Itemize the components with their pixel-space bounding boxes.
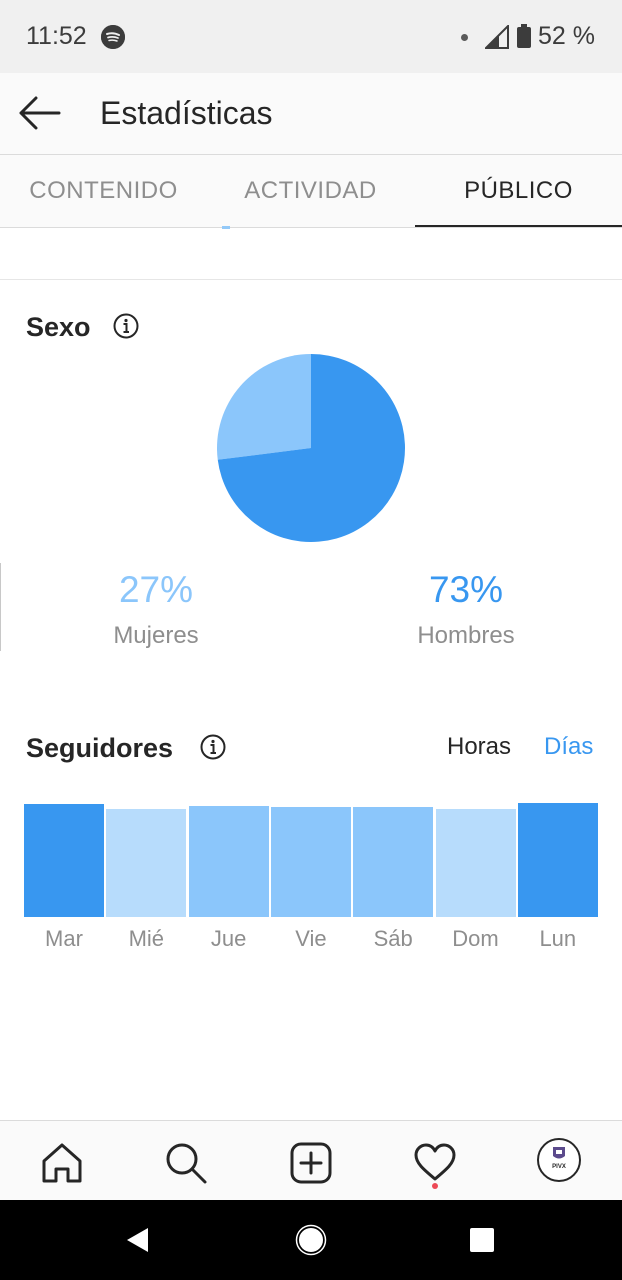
signal-icon (483, 23, 509, 54)
avatar-logo-icon (553, 1147, 565, 1159)
status-bar: 11:52 52 % (0, 0, 622, 73)
bar-sáb (353, 807, 434, 917)
bottom-navigation (0, 1120, 622, 1201)
day-label: Jue (210, 926, 247, 951)
toggle-horas[interactable]: Horas (447, 733, 511, 761)
gender-section-title: Sexo (26, 312, 91, 342)
system-back-icon[interactable] (124, 1226, 152, 1259)
system-navigation (0, 1200, 622, 1280)
battery-percent: 52 % (538, 22, 595, 50)
tab-bar: CONTENIDO ACTIVIDAD PÚBLICO (0, 155, 622, 228)
day-label: Sáb (373, 926, 413, 951)
edge-indicator (0, 563, 1, 651)
search-icon[interactable] (164, 1141, 208, 1185)
day-label: Mié (128, 926, 165, 951)
day-label: Dom (452, 926, 499, 951)
page-title: Estadísticas (100, 95, 273, 131)
men-percent: 73% (428, 569, 504, 610)
status-time: 11:52 (26, 22, 87, 50)
app-header: Estadísticas (0, 73, 622, 155)
men-label: Hombres (417, 622, 515, 649)
spotify-icon (101, 25, 125, 49)
info-icon[interactable] (200, 734, 226, 760)
system-recents-icon[interactable] (469, 1227, 495, 1258)
day-label: Lun (539, 926, 577, 951)
tab-publico[interactable]: PÚBLICO (415, 155, 622, 227)
bar-dom (435, 809, 516, 917)
women-percent: 27% (118, 569, 194, 610)
notification-dot-icon (461, 34, 468, 41)
bar-jue (188, 806, 269, 917)
bar-mié (106, 809, 187, 917)
back-arrow-icon[interactable] (18, 95, 62, 131)
toggle-dias[interactable]: Días (544, 733, 593, 761)
bar-vie (270, 807, 351, 917)
pie-slice-mujeres (217, 354, 311, 460)
heart-icon[interactable] (413, 1141, 457, 1185)
battery-icon (517, 24, 531, 48)
home-icon[interactable] (40, 1141, 84, 1185)
day-label: Mar (45, 926, 83, 951)
info-icon[interactable] (113, 313, 139, 339)
avatar-text: PIVX (552, 1164, 566, 1170)
profile-avatar[interactable]: PIVX (537, 1138, 581, 1182)
bar-mar (24, 804, 104, 917)
scroll-remnant (222, 226, 230, 229)
activity-notification-dot (432, 1183, 438, 1189)
new-post-icon[interactable] (289, 1141, 333, 1185)
bar-lun (517, 803, 598, 917)
day-label: Vie (295, 926, 327, 951)
tab-actividad[interactable]: ACTIVIDAD (207, 155, 414, 227)
women-label: Mujeres (113, 622, 199, 649)
followers-section-title: Seguidores (26, 733, 174, 763)
tab-contenido[interactable]: CONTENIDO (0, 155, 207, 227)
gender-pie-chart (217, 354, 405, 542)
section-divider (0, 279, 622, 280)
system-home-icon[interactable] (295, 1224, 327, 1261)
